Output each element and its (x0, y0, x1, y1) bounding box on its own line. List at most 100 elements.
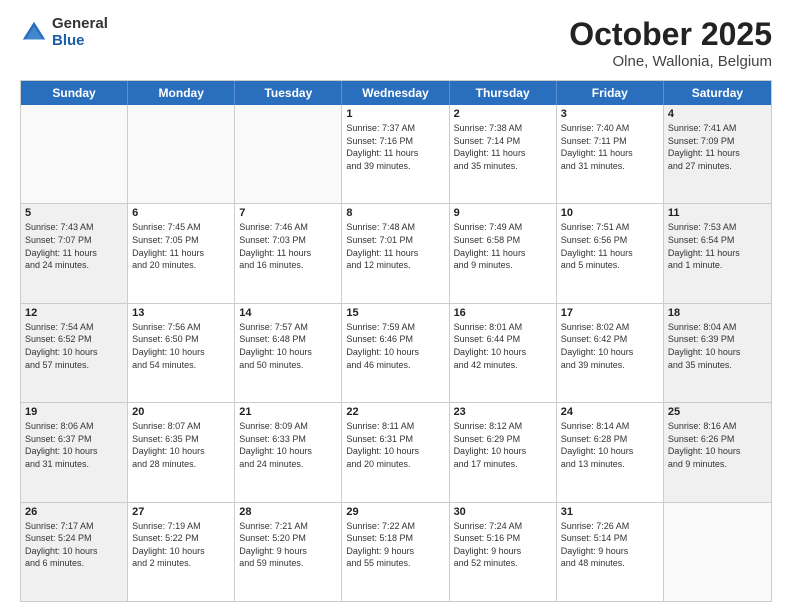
day-info: Sunrise: 7:53 AM Sunset: 6:54 PM Dayligh… (668, 221, 767, 271)
calendar-subtitle: Olne, Wallonia, Belgium (569, 53, 772, 70)
calendar-cell-empty (21, 105, 128, 203)
day-number: 26 (25, 506, 123, 518)
day-number: 8 (346, 207, 444, 219)
calendar-header-cell: Sunday (21, 81, 128, 105)
calendar-week-row: 5 Sunrise: 7:43 AM Sunset: 7:07 PM Daylig… (21, 204, 771, 303)
day-number: 6 (132, 207, 230, 219)
calendar-cell: 5 Sunrise: 7:43 AM Sunset: 7:07 PM Daylig… (21, 204, 128, 302)
calendar-cell: 3 Sunrise: 7:40 AM Sunset: 7:11 PM Daylig… (557, 105, 664, 203)
day-info: Sunrise: 8:07 AM Sunset: 6:35 PM Dayligh… (132, 420, 230, 470)
calendar-week-row: 26 Sunrise: 7:17 AM Sunset: 5:24 PM Dayli… (21, 503, 771, 601)
day-number: 15 (346, 307, 444, 319)
logo-icon (20, 19, 48, 47)
calendar-week-row: 19 Sunrise: 8:06 AM Sunset: 6:37 PM Dayli… (21, 403, 771, 502)
calendar-cell: 23 Sunrise: 8:12 AM Sunset: 6:29 PM Dayli… (450, 403, 557, 501)
calendar-cell: 16 Sunrise: 8:01 AM Sunset: 6:44 PM Dayli… (450, 304, 557, 402)
day-info: Sunrise: 7:41 AM Sunset: 7:09 PM Dayligh… (668, 122, 767, 172)
calendar-cell-empty (128, 105, 235, 203)
calendar-cell: 15 Sunrise: 7:59 AM Sunset: 6:46 PM Dayli… (342, 304, 449, 402)
calendar-cell: 7 Sunrise: 7:46 AM Sunset: 7:03 PM Daylig… (235, 204, 342, 302)
day-info: Sunrise: 7:40 AM Sunset: 7:11 PM Dayligh… (561, 122, 659, 172)
day-number: 23 (454, 406, 552, 418)
day-info: Sunrise: 7:59 AM Sunset: 6:46 PM Dayligh… (346, 321, 444, 371)
day-number: 19 (25, 406, 123, 418)
calendar-header-cell: Saturday (664, 81, 771, 105)
day-number: 1 (346, 108, 444, 120)
day-info: Sunrise: 8:02 AM Sunset: 6:42 PM Dayligh… (561, 321, 659, 371)
day-info: Sunrise: 8:14 AM Sunset: 6:28 PM Dayligh… (561, 420, 659, 470)
calendar-cell: 2Sunrise: 7:38 AM Sunset: 7:14 PM Daylig… (450, 105, 557, 203)
day-number: 30 (454, 506, 552, 518)
day-info: Sunrise: 8:04 AM Sunset: 6:39 PM Dayligh… (668, 321, 767, 371)
day-info: Sunrise: 7:57 AM Sunset: 6:48 PM Dayligh… (239, 321, 337, 371)
calendar-cell: 14 Sunrise: 7:57 AM Sunset: 6:48 PM Dayli… (235, 304, 342, 402)
day-number: 25 (668, 406, 767, 418)
calendar-cell-empty (664, 503, 771, 601)
calendar-header-cell: Friday (557, 81, 664, 105)
calendar-cell: 13Sunrise: 7:56 AM Sunset: 6:50 PM Dayli… (128, 304, 235, 402)
calendar-cell: 26 Sunrise: 7:17 AM Sunset: 5:24 PM Dayli… (21, 503, 128, 601)
calendar-week-row: 1 Sunrise: 7:37 AM Sunset: 7:16 PM Daylig… (21, 105, 771, 204)
calendar-body: 1 Sunrise: 7:37 AM Sunset: 7:16 PM Daylig… (21, 105, 771, 601)
day-info: Sunrise: 8:09 AM Sunset: 6:33 PM Dayligh… (239, 420, 337, 470)
calendar: SundayMondayTuesdayWednesdayThursdayFrid… (20, 80, 772, 602)
calendar-cell: 28 Sunrise: 7:21 AM Sunset: 5:20 PM Dayli… (235, 503, 342, 601)
calendar-cell: 25Sunrise: 8:16 AM Sunset: 6:26 PM Dayli… (664, 403, 771, 501)
calendar-header-row: SundayMondayTuesdayWednesdayThursdayFrid… (21, 81, 771, 105)
logo-blue: Blue (52, 33, 108, 50)
day-info: Sunrise: 7:45 AM Sunset: 7:05 PM Dayligh… (132, 221, 230, 271)
logo-general: General (52, 16, 108, 33)
day-info: Sunrise: 7:46 AM Sunset: 7:03 PM Dayligh… (239, 221, 337, 271)
day-info: Sunrise: 7:43 AM Sunset: 7:07 PM Dayligh… (25, 221, 123, 271)
day-number: 5 (25, 207, 123, 219)
calendar-cell: 8 Sunrise: 7:48 AM Sunset: 7:01 PM Daylig… (342, 204, 449, 302)
day-number: 11 (668, 207, 767, 219)
day-info: Sunrise: 7:17 AM Sunset: 5:24 PM Dayligh… (25, 520, 123, 570)
day-info: Sunrise: 7:49 AM Sunset: 6:58 PM Dayligh… (454, 221, 552, 271)
calendar-header-cell: Monday (128, 81, 235, 105)
day-info: Sunrise: 7:26 AM Sunset: 5:14 PM Dayligh… (561, 520, 659, 570)
day-number: 7 (239, 207, 337, 219)
day-info: Sunrise: 8:11 AM Sunset: 6:31 PM Dayligh… (346, 420, 444, 470)
day-info: Sunrise: 8:01 AM Sunset: 6:44 PM Dayligh… (454, 321, 552, 371)
day-number: 4 (668, 108, 767, 120)
day-number: 2 (454, 108, 552, 120)
day-info: Sunrise: 7:48 AM Sunset: 7:01 PM Dayligh… (346, 221, 444, 271)
day-number: 13 (132, 307, 230, 319)
day-info: Sunrise: 7:54 AM Sunset: 6:52 PM Dayligh… (25, 321, 123, 371)
day-number: 9 (454, 207, 552, 219)
logo-text: General Blue (52, 16, 108, 49)
calendar-cell: 11 Sunrise: 7:53 AM Sunset: 6:54 PM Dayli… (664, 204, 771, 302)
day-info: Sunrise: 7:37 AM Sunset: 7:16 PM Dayligh… (346, 122, 444, 172)
day-number: 3 (561, 108, 659, 120)
day-number: 31 (561, 506, 659, 518)
day-number: 21 (239, 406, 337, 418)
calendar-cell: 9 Sunrise: 7:49 AM Sunset: 6:58 PM Daylig… (450, 204, 557, 302)
day-number: 14 (239, 307, 337, 319)
day-number: 28 (239, 506, 337, 518)
calendar-cell: 21 Sunrise: 8:09 AM Sunset: 6:33 PM Dayli… (235, 403, 342, 501)
day-number: 16 (454, 307, 552, 319)
day-info: Sunrise: 7:19 AM Sunset: 5:22 PM Dayligh… (132, 520, 230, 570)
day-number: 18 (668, 307, 767, 319)
day-info: Sunrise: 7:21 AM Sunset: 5:20 PM Dayligh… (239, 520, 337, 570)
day-number: 12 (25, 307, 123, 319)
day-number: 20 (132, 406, 230, 418)
calendar-cell: 18 Sunrise: 8:04 AM Sunset: 6:39 PM Dayli… (664, 304, 771, 402)
day-number: 29 (346, 506, 444, 518)
day-info: Sunrise: 7:22 AM Sunset: 5:18 PM Dayligh… (346, 520, 444, 570)
day-info: Sunrise: 8:12 AM Sunset: 6:29 PM Dayligh… (454, 420, 552, 470)
calendar-cell: 24 Sunrise: 8:14 AM Sunset: 6:28 PM Dayli… (557, 403, 664, 501)
calendar-cell: 31 Sunrise: 7:26 AM Sunset: 5:14 PM Dayli… (557, 503, 664, 601)
day-info: Sunrise: 8:06 AM Sunset: 6:37 PM Dayligh… (25, 420, 123, 470)
day-number: 24 (561, 406, 659, 418)
calendar-cell: 17 Sunrise: 8:02 AM Sunset: 6:42 PM Dayli… (557, 304, 664, 402)
day-number: 22 (346, 406, 444, 418)
title-block: October 2025 Olne, Wallonia, Belgium (569, 16, 772, 70)
day-number: 17 (561, 307, 659, 319)
calendar-cell: 10Sunrise: 7:51 AM Sunset: 6:56 PM Dayli… (557, 204, 664, 302)
calendar-cell: 6 Sunrise: 7:45 AM Sunset: 7:05 PM Daylig… (128, 204, 235, 302)
day-number: 27 (132, 506, 230, 518)
day-info: Sunrise: 7:24 AM Sunset: 5:16 PM Dayligh… (454, 520, 552, 570)
day-number: 10 (561, 207, 659, 219)
